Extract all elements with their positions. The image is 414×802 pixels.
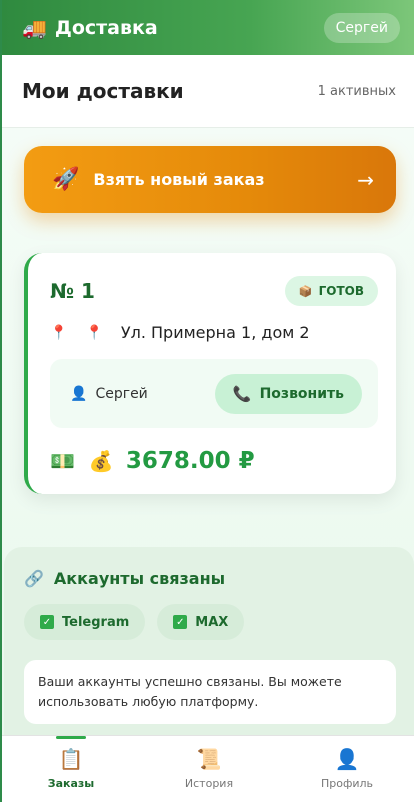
nav-label: Заказы bbox=[47, 776, 95, 790]
status-label: ГОТОВ bbox=[318, 284, 364, 298]
bottom-nav: 📋 Заказы 📜 История 👤 Профиль bbox=[2, 735, 414, 802]
call-label: Позвонить bbox=[259, 385, 344, 402]
status-badge: 📦 ГОТОВ bbox=[284, 276, 378, 306]
address-text: Ул. Примерна 1, дом 2 bbox=[120, 323, 310, 342]
pin-icon: 📍 bbox=[85, 324, 103, 341]
order-price: 3678.00 ₽ bbox=[125, 448, 255, 474]
nav-item-history[interactable]: 📜 История bbox=[140, 736, 278, 802]
clipboard-icon: 📋 bbox=[58, 746, 84, 771]
nav-label: Профиль bbox=[320, 776, 374, 790]
phone-icon: 📞 bbox=[232, 384, 252, 403]
money-bag-icon: 💰 bbox=[88, 449, 114, 473]
app: 🚚 Доставка Сергей Мои доставки 1 активны… bbox=[0, 0, 414, 802]
order-card[interactable]: № 1 📦 ГОТОВ 📍 📍 Ул. Примерна 1, дом 2 👤 … bbox=[24, 253, 396, 494]
call-button[interactable]: 📞 Позвонить bbox=[214, 373, 362, 414]
platform-chip-telegram[interactable]: ✓ Telegram bbox=[24, 604, 146, 640]
linked-title: Аккаунты связаны bbox=[53, 569, 226, 588]
page-header: Мои доставки 1 активных bbox=[2, 55, 414, 128]
order-number: № 1 bbox=[50, 279, 95, 303]
rocket-icon: 🚀 bbox=[52, 167, 80, 192]
top-bar: 🚚 Доставка Сергей bbox=[2, 0, 414, 55]
pin-icon: 📍 bbox=[50, 324, 68, 341]
nav-label: История bbox=[184, 776, 234, 790]
check-icon: ✓ bbox=[173, 615, 188, 629]
link-icon: 🔗 bbox=[24, 569, 44, 588]
truck-icon: 🚚 bbox=[22, 15, 47, 40]
price-row: 💵 💰 3678.00 ₽ bbox=[50, 448, 378, 474]
order-address: 📍 📍 Ул. Примерна 1, дом 2 bbox=[50, 323, 378, 342]
platform-chip-max[interactable]: ✓ MAX bbox=[157, 604, 245, 640]
user-pill[interactable]: Сергей bbox=[323, 12, 400, 43]
customer-name: Сергей bbox=[95, 385, 148, 402]
take-order-label: Взять новый заказ bbox=[93, 170, 265, 189]
page-title: Мои доставки bbox=[22, 79, 184, 103]
user-icon: 👤 bbox=[334, 746, 360, 771]
arrow-right-icon: → bbox=[357, 167, 374, 192]
linked-accounts-panel: 🔗 Аккаунты связаны ✓ Telegram ✓ MAX Ваши… bbox=[4, 547, 414, 747]
app-title: Доставка bbox=[54, 16, 158, 39]
package-icon: 📦 bbox=[298, 284, 313, 298]
platform-label: Telegram bbox=[62, 614, 130, 630]
customer-contact: 👤 Сергей 📞 Позвонить bbox=[50, 359, 378, 428]
active-count: 1 активных bbox=[317, 83, 396, 99]
take-order-button[interactable]: 🚀 Взять новый заказ → bbox=[24, 146, 396, 213]
platform-label: MAX bbox=[195, 614, 229, 630]
nav-item-profile[interactable]: 👤 Профиль bbox=[278, 736, 414, 802]
check-icon: ✓ bbox=[40, 615, 54, 629]
nav-item-orders[interactable]: 📋 Заказы bbox=[2, 736, 140, 802]
cash-icon: 💵 bbox=[50, 449, 75, 473]
person-icon: 👤 bbox=[70, 385, 88, 402]
linked-message: Ваши аккаунты успешно связаны. Вы можете… bbox=[24, 660, 396, 724]
scroll-icon: 📜 bbox=[196, 746, 222, 771]
